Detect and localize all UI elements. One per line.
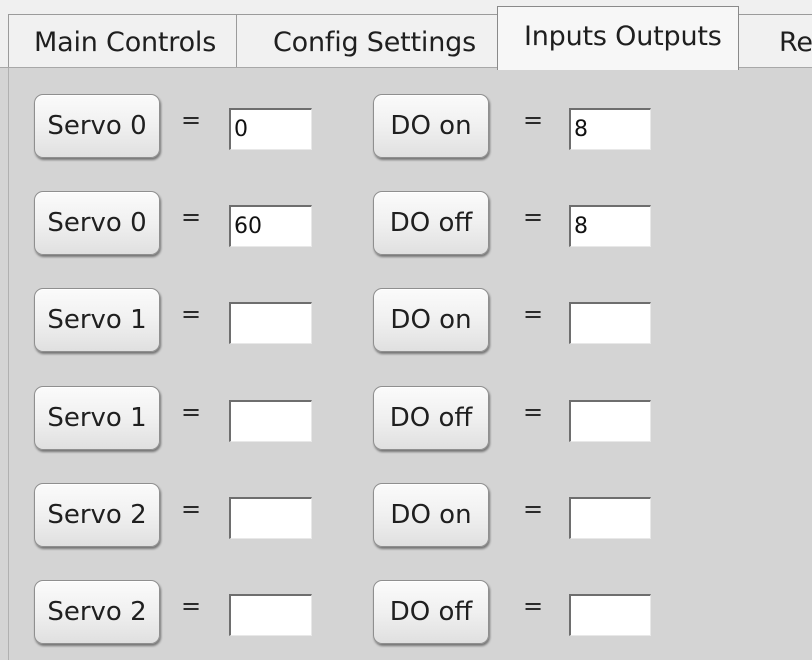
tab-re[interactable]: Re — [738, 14, 812, 68]
tab-config-settings-label: Config Settings — [273, 27, 476, 58]
do-button[interactable]: DO on — [373, 94, 489, 158]
equals-sign: = — [181, 300, 202, 328]
do-value-field[interactable] — [569, 302, 651, 344]
do-button[interactable]: DO off — [373, 191, 489, 255]
io-row: Servo 0 = DO off = — [9, 191, 812, 261]
servo-button[interactable]: Servo 1 — [34, 386, 160, 450]
tab-re-label: Re — [779, 27, 812, 58]
equals-sign: = — [523, 495, 544, 523]
equals-sign: = — [181, 203, 202, 231]
tab-strip: Main Controls Config Settings Re Inputs … — [0, 0, 812, 70]
do-button[interactable]: DO off — [373, 580, 489, 644]
io-row: Servo 0 = DO on = — [9, 94, 812, 164]
do-button[interactable]: DO on — [373, 288, 489, 352]
servo-value-field[interactable] — [229, 302, 312, 344]
tab-main-controls[interactable]: Main Controls — [8, 14, 237, 68]
servo-button[interactable]: Servo 2 — [34, 580, 160, 644]
io-row: Servo 1 = DO on = — [9, 288, 812, 358]
tab-main-controls-label: Main Controls — [34, 27, 217, 58]
do-button[interactable]: DO on — [373, 483, 489, 547]
servo-value-field[interactable] — [229, 108, 312, 150]
io-row: Servo 2 = DO on = — [9, 483, 812, 553]
servo-button[interactable]: Servo 2 — [34, 483, 160, 547]
do-value-field[interactable] — [569, 594, 651, 636]
tab-config-settings[interactable]: Config Settings — [236, 14, 498, 68]
equals-sign: = — [523, 203, 544, 231]
servo-value-field[interactable] — [229, 497, 312, 539]
tab-inputs-outputs[interactable]: Inputs Outputs — [497, 6, 739, 70]
servo-button[interactable]: Servo 0 — [34, 94, 160, 158]
do-value-field[interactable] — [569, 205, 651, 247]
do-value-field[interactable] — [569, 108, 651, 150]
io-row: Servo 1 = DO off = — [9, 386, 812, 456]
equals-sign: = — [523, 398, 544, 426]
equals-sign: = — [181, 106, 202, 134]
servo-value-field[interactable] — [229, 205, 312, 247]
do-button[interactable]: DO off — [373, 386, 489, 450]
equals-sign: = — [523, 592, 544, 620]
servo-button[interactable]: Servo 0 — [34, 191, 160, 255]
servo-value-field[interactable] — [229, 594, 312, 636]
equals-sign: = — [181, 592, 202, 620]
equals-sign: = — [523, 300, 544, 328]
equals-sign: = — [181, 495, 202, 523]
inputs-outputs-panel: Servo 0 = DO on = Servo 0 = DO off = Ser… — [8, 68, 812, 660]
equals-sign: = — [181, 398, 202, 426]
servo-value-field[interactable] — [229, 400, 312, 442]
servo-button[interactable]: Servo 1 — [34, 288, 160, 352]
do-value-field[interactable] — [569, 497, 651, 539]
do-value-field[interactable] — [569, 400, 651, 442]
tab-inputs-outputs-label: Inputs Outputs — [524, 21, 722, 52]
equals-sign: = — [523, 106, 544, 134]
io-row: Servo 2 = DO off = — [9, 580, 812, 650]
